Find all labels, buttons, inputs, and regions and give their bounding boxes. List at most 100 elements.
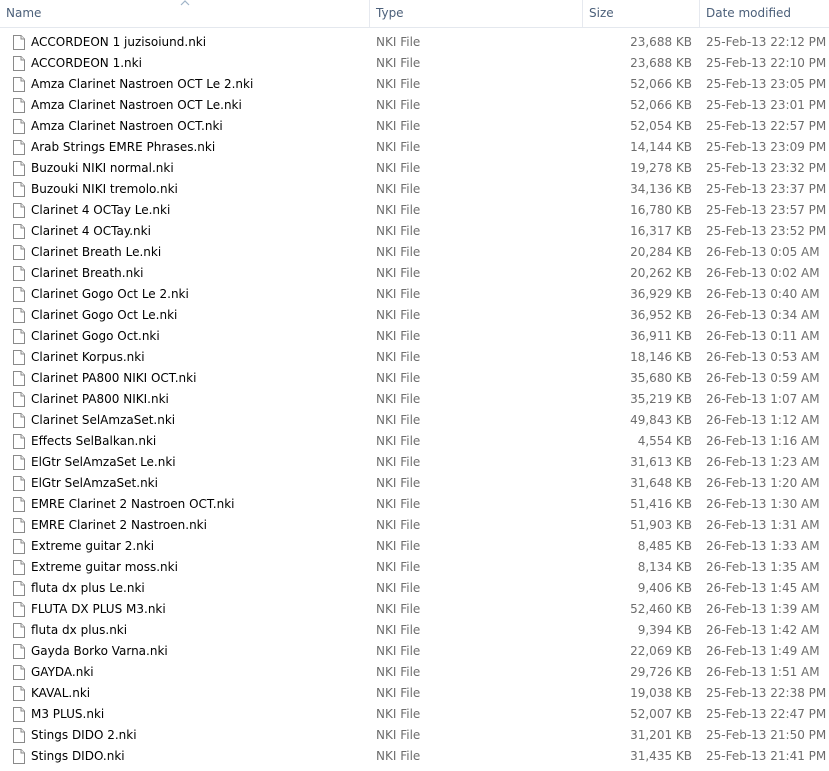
file-type: NKI File — [376, 56, 421, 70]
file-row[interactable]: KAVAL.nki NKI File 19,038 KB 25-Feb-13 22:3… — [0, 683, 829, 704]
file-date-modified: 25-Feb-13 23:32 PM — [706, 161, 826, 175]
file-size: 51,416 KB — [630, 497, 692, 511]
file-size: 36,952 KB — [630, 308, 692, 322]
file-row[interactable]: Clarinet 4 OCTay Le.nki NKI File 16,780 KB… — [0, 200, 829, 221]
file-name: KAVAL.nki — [31, 686, 91, 700]
column-header-name[interactable]: Name — [0, 0, 370, 27]
file-date-modified: 25-Feb-13 22:47 PM — [706, 707, 826, 721]
file-row[interactable]: Extreme guitar 2.nki NKI File 8,485 KB 26-F… — [0, 536, 829, 557]
file-size: 16,317 KB — [630, 224, 692, 238]
file-row[interactable]: Clarinet PA800 NIKI OCT.nki NKI File 35,68… — [0, 368, 829, 389]
file-row[interactable]: Extreme guitar moss.nki NKI File 8,134 KB 2… — [0, 557, 829, 578]
file-date-modified: 25-Feb-13 21:50 PM — [706, 728, 826, 742]
file-type: NKI File — [376, 749, 421, 763]
file-date-modified: 26-Feb-13 0:59 AM — [706, 371, 820, 385]
file-date-modified: 26-Feb-13 0:53 AM — [706, 350, 820, 364]
file-row[interactable]: ElGtr SelAmzaSet.nki NKI File 31,648 KB 26-… — [0, 473, 829, 494]
file-row[interactable]: Clarinet Gogo Oct Le.nki NKI File 36,952 K… — [0, 305, 829, 326]
document-icon — [13, 371, 25, 386]
file-type: NKI File — [376, 707, 421, 721]
file-row[interactable]: Amza Clarinet Nastroen OCT Le 2.nki NKI F… — [0, 74, 829, 95]
column-header-size[interactable]: Size — [583, 0, 700, 27]
column-header-type[interactable]: Type — [370, 0, 583, 27]
document-icon — [13, 413, 25, 428]
file-date-modified: 26-Feb-13 0:11 AM — [706, 329, 820, 343]
file-row[interactable]: Clarinet Gogo Oct Le 2.nki NKI File 36,929… — [0, 284, 829, 305]
file-explorer-window: Name Type Size Date modified ACCORDEON 1… — [0, 0, 829, 771]
file-size: 8,134 KB — [637, 560, 692, 574]
file-date-modified: 26-Feb-13 1:20 AM — [706, 476, 820, 490]
file-name: Clarinet SelAmzaSet.nki — [31, 413, 176, 427]
file-size: 52,460 KB — [630, 602, 692, 616]
file-row[interactable]: Arab Strings EMRE Phrases.nki NKI File 14,… — [0, 137, 829, 158]
file-size: 31,435 KB — [630, 749, 692, 763]
file-size: 29,726 KB — [630, 665, 692, 679]
file-type: NKI File — [376, 266, 421, 280]
file-row[interactable]: M3 PLUS.nki NKI File 52,007 KB 25-Feb-13 22… — [0, 704, 829, 725]
file-name: Clarinet Korpus.nki — [31, 350, 145, 364]
file-type: NKI File — [376, 413, 421, 427]
document-icon — [13, 119, 25, 134]
file-row[interactable]: FLUTA DX PLUS M3.nki NKI File 52,460 KB 26-… — [0, 599, 829, 620]
file-name: FLUTA DX PLUS M3.nki — [31, 602, 166, 616]
file-date-modified: 26-Feb-13 0:34 AM — [706, 308, 820, 322]
file-type: NKI File — [376, 308, 421, 322]
file-row[interactable]: Clarinet PA800 NIKI.nki NKI File 35,219 KB… — [0, 389, 829, 410]
document-icon — [13, 287, 25, 302]
file-size: 8,485 KB — [637, 539, 692, 553]
file-size: 52,007 KB — [630, 707, 692, 721]
file-size: 31,201 KB — [630, 728, 692, 742]
file-size: 22,069 KB — [630, 644, 692, 658]
file-row[interactable]: EMRE Clarinet 2 Nastroen OCT.nki NKI File… — [0, 494, 829, 515]
file-size: 52,054 KB — [630, 119, 692, 133]
file-row[interactable]: ElGtr SelAmzaSet Le.nki NKI File 31,613 KB… — [0, 452, 829, 473]
file-date-modified: 26-Feb-13 1:16 AM — [706, 434, 820, 448]
file-row[interactable]: Clarinet 4 OCTay.nki NKI File 16,317 KB 25-… — [0, 221, 829, 242]
file-row[interactable]: ACCORDEON 1.nki NKI File 23,688 KB 25-Feb-1… — [0, 53, 829, 74]
file-type: NKI File — [376, 140, 421, 154]
file-row[interactable]: Clarinet Korpus.nki NKI File 18,146 KB 26-F… — [0, 347, 829, 368]
document-icon — [13, 644, 25, 659]
file-size: 9,406 KB — [637, 581, 692, 595]
file-date-modified: 25-Feb-13 23:52 PM — [706, 224, 826, 238]
file-row[interactable]: ACCORDEON 1 juzisoiund.nki NKI File 23,688… — [0, 32, 829, 53]
file-row[interactable]: Buzouki NIKI tremolo.nki NKI File 34,136 K… — [0, 179, 829, 200]
file-row[interactable]: Stings DIDO 2.nki NKI File 31,201 KB 25-Feb… — [0, 725, 829, 746]
column-header-date-modified[interactable]: Date modified — [700, 0, 829, 27]
file-row[interactable]: Effects SelBalkan.nki NKI File 4,554 KB 26-… — [0, 431, 829, 452]
file-date-modified: 26-Feb-13 1:12 AM — [706, 413, 820, 427]
file-row[interactable]: Clarinet Gogo Oct.nki NKI File 36,911 KB 26… — [0, 326, 829, 347]
file-size: 36,911 KB — [630, 329, 692, 343]
file-row[interactable]: Amza Clarinet Nastroen OCT.nki NKI File 52… — [0, 116, 829, 137]
file-row[interactable]: EMRE Clarinet 2 Nastroen.nki NKI File 51,9… — [0, 515, 829, 536]
file-type: NKI File — [376, 35, 421, 49]
file-row[interactable]: Clarinet Breath.nki NKI File 20,262 KB 26-F… — [0, 263, 829, 284]
file-row[interactable]: Buzouki NIKI normal.nki NKI File 19,278 KB… — [0, 158, 829, 179]
file-row[interactable]: Stings DIDO.nki NKI File 31,435 KB 25-Feb-1… — [0, 746, 829, 767]
file-size: 31,648 KB — [630, 476, 692, 490]
file-name: Gayda Borko Varna.nki — [31, 644, 168, 658]
file-name: Clarinet Breath Le.nki — [31, 245, 162, 259]
file-size: 18,146 KB — [630, 350, 692, 364]
file-row[interactable]: Amza Clarinet Nastroen OCT Le.nki NKI Fil… — [0, 95, 829, 116]
document-icon — [13, 497, 25, 512]
file-size: 52,066 KB — [630, 98, 692, 112]
file-size: 35,219 KB — [630, 392, 692, 406]
file-row[interactable]: Clarinet Breath Le.nki NKI File 20,284 KB 2… — [0, 242, 829, 263]
document-icon — [13, 98, 25, 113]
document-icon — [13, 224, 25, 239]
document-icon — [13, 182, 25, 197]
file-row[interactable]: fluta dx plus Le.nki NKI File 9,406 KB 26-F… — [0, 578, 829, 599]
file-name: Buzouki NIKI normal.nki — [31, 161, 174, 175]
document-icon — [13, 560, 25, 575]
document-icon — [13, 245, 25, 260]
file-row[interactable]: GAYDA.nki NKI File 29,726 KB 26-Feb-13 1:51… — [0, 662, 829, 683]
file-size: 23,688 KB — [630, 35, 692, 49]
file-row[interactable]: fluta dx plus.nki NKI File 9,394 KB 26-Feb-… — [0, 620, 829, 641]
file-name: ACCORDEON 1 juzisoiund.nki — [31, 35, 207, 49]
document-icon — [13, 539, 25, 554]
file-name: fluta dx plus.nki — [31, 623, 128, 637]
file-name: Clarinet Gogo Oct Le.nki — [31, 308, 178, 322]
file-row[interactable]: Gayda Borko Varna.nki NKI File 22,069 KB 26… — [0, 641, 829, 662]
file-row[interactable]: Clarinet SelAmzaSet.nki NKI File 49,843 KB… — [0, 410, 829, 431]
